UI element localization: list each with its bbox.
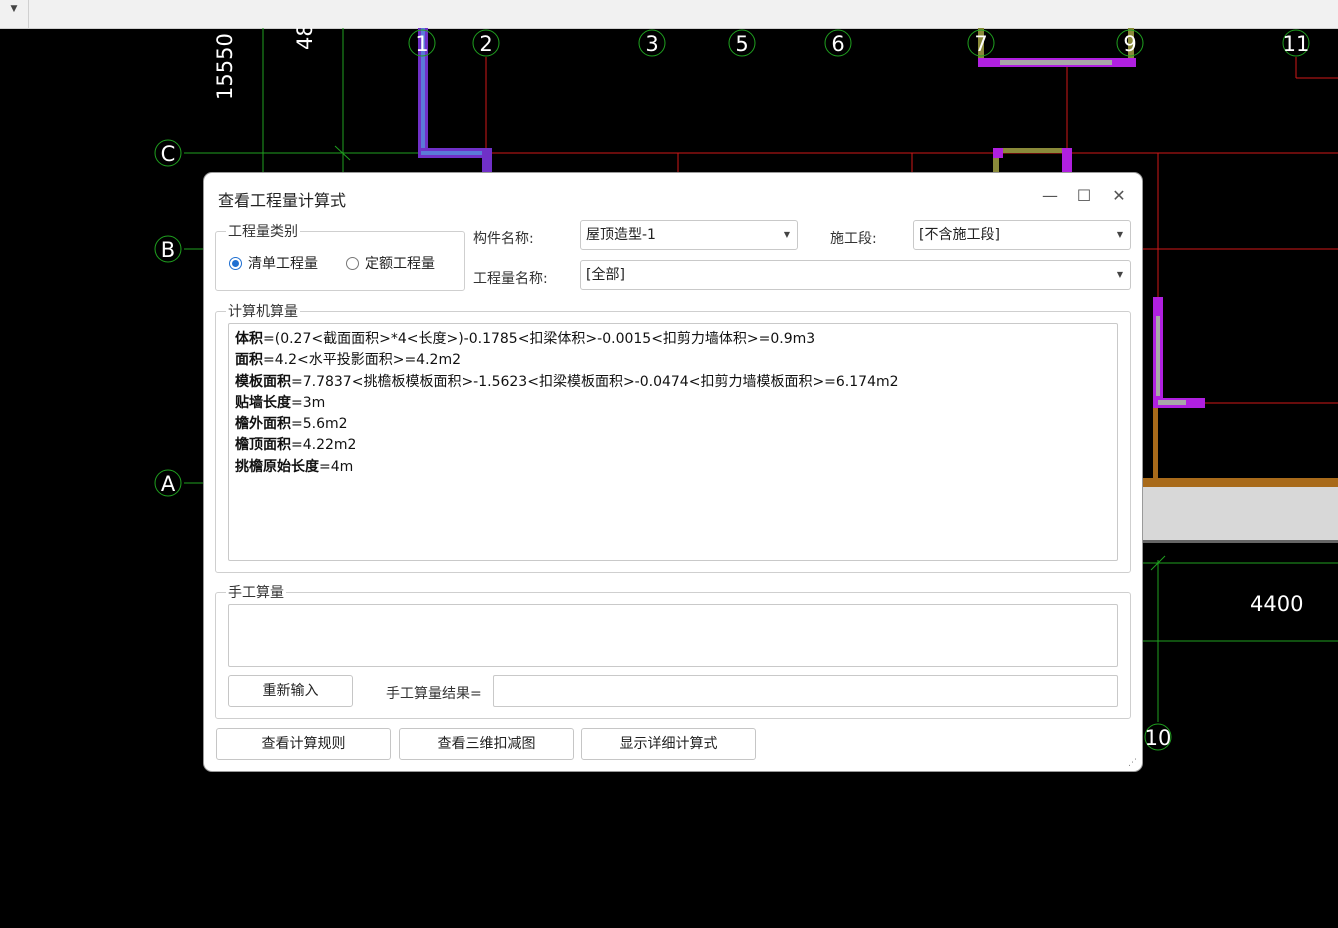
formula-line: 贴墙长度=3m xyxy=(235,394,326,411)
formula-line: 体积=(0.27<截面面积>*4<长度>)-0.1785<扣梁体积>-0.001… xyxy=(235,331,816,347)
chevron-down-icon: ▼ xyxy=(783,230,790,239)
formula-line: 檐顶面积=4.22m2 xyxy=(235,437,357,454)
wall-segment xyxy=(482,148,492,173)
wall-segment xyxy=(421,151,491,155)
wall-segment xyxy=(996,148,1062,153)
toolbar-dropdown-icon[interactable]: ▼ xyxy=(0,0,29,28)
chevron-down-icon: ▼ xyxy=(1116,270,1123,279)
svg-text:1: 1 xyxy=(415,32,428,56)
svg-text:3: 3 xyxy=(645,32,658,56)
axis-bubble-a: A xyxy=(154,469,182,497)
axis-bubble-c: C xyxy=(154,139,182,167)
dialog-title: 查看工程量计算式 xyxy=(218,191,347,210)
axis-bubble-b: B xyxy=(154,235,182,263)
wall-segment xyxy=(1142,540,1338,543)
axis-bubble-6: 6 xyxy=(824,29,852,57)
chevron-down-icon: ▼ xyxy=(1116,230,1123,239)
quantity-name-select[interactable]: [全部] ▼ xyxy=(580,260,1131,290)
svg-text:2: 2 xyxy=(479,32,492,56)
component-name-select[interactable]: 屋顶造型-1 ▼ xyxy=(580,220,798,250)
component-name-label: 构件名称: xyxy=(473,231,534,247)
quantity-name-label: 工程量名称: xyxy=(473,271,548,287)
axis-bubble-7: 7 xyxy=(967,29,995,57)
axis-bubble-1: 1 xyxy=(408,29,436,57)
svg-text:10: 10 xyxy=(1145,726,1172,750)
axis-bubble-5: 5 xyxy=(728,29,756,57)
radio-list-quantity-label: 清单工程量 xyxy=(248,256,318,272)
manual-result-label: 手工算量结果= xyxy=(386,686,482,702)
svg-text:11: 11 xyxy=(1283,32,1310,56)
minimize-icon[interactable]: — xyxy=(1037,185,1063,207)
axis-bubble-2: 2 xyxy=(472,29,500,57)
svg-text:A: A xyxy=(161,472,176,496)
svg-text:9: 9 xyxy=(1123,32,1136,56)
maximize-icon[interactable]: ☐ xyxy=(1071,185,1097,207)
computer-formula-area[interactable]: 体积=(0.27<截面面积>*4<长度>)-0.1785<扣梁体积>-0.001… xyxy=(228,323,1118,561)
manual-result-input[interactable] xyxy=(493,675,1118,707)
view-3d-deduction-button[interactable]: 查看三维扣减图 xyxy=(399,728,574,760)
formula-line: 模板面积=7.7837<挑檐板模板面积>-1.5623<扣梁模板面积>-0.04… xyxy=(235,373,899,390)
quantity-formula-dialog: 查看工程量计算式 — ☐ ✕ 工程量类别 清单工程量 定额工程量 构件名称: 屋… xyxy=(204,173,1142,771)
radio-selected-icon[interactable] xyxy=(229,256,242,270)
axis-bubble-10: 10 xyxy=(1144,723,1172,751)
radio-list-quantity[interactable]: 清单工程量 xyxy=(229,253,318,273)
radio-quota-quantity-label: 定额工程量 xyxy=(365,256,435,272)
component-name-value: 屋顶造型-1 xyxy=(586,227,656,243)
svg-text:B: B xyxy=(161,238,175,262)
view-calc-rules-button[interactable]: 查看计算规则 xyxy=(216,728,391,760)
computer-calc-legend: 计算机算量 xyxy=(228,304,298,320)
axis-bubble-9: 9 xyxy=(1116,29,1144,57)
svg-text:5: 5 xyxy=(735,32,748,56)
wall-segment xyxy=(993,148,1003,158)
resize-grip-icon[interactable]: ⋰ xyxy=(1128,758,1137,768)
stage-label: 施工段: xyxy=(830,231,877,247)
stage-select[interactable]: [不含施工段] ▼ xyxy=(913,220,1131,250)
reinput-button[interactable]: 重新输入 xyxy=(228,675,353,707)
wall-segment xyxy=(1062,148,1072,173)
wall-segment xyxy=(1156,316,1160,396)
svg-text:6: 6 xyxy=(831,32,844,56)
svg-text:7: 7 xyxy=(974,32,987,56)
radio-quota-quantity[interactable]: 定额工程量 xyxy=(346,253,435,273)
wall-segment xyxy=(1142,478,1338,487)
quantity-name-value: [全部] xyxy=(586,267,625,283)
stage-value: [不含施工段] xyxy=(919,227,1000,243)
show-detailed-formula-button[interactable]: 显示详细计算式 xyxy=(581,728,756,760)
wall-segment xyxy=(1000,60,1112,65)
svg-text:C: C xyxy=(161,142,176,166)
top-toolbar: ▼ xyxy=(0,0,1338,29)
wall-segment xyxy=(1158,400,1186,405)
formula-line: 面积=4.2<水平投影面积>=4.2m2 xyxy=(235,352,461,369)
axis-bubble-11: 11 xyxy=(1282,29,1310,57)
wall-segment xyxy=(1153,403,1158,483)
formula-line: 檐外面积=5.6m2 xyxy=(235,416,348,433)
dimension-48: 48 xyxy=(293,28,317,50)
dimension-15550: 15550 xyxy=(213,33,237,100)
manual-calc-legend: 手工算量 xyxy=(228,585,284,601)
wall-segment xyxy=(1142,487,1338,540)
quantity-type-legend: 工程量类别 xyxy=(228,224,298,240)
formula-line: 挑檐原始长度=4m xyxy=(235,458,354,475)
close-icon[interactable]: ✕ xyxy=(1106,185,1132,207)
manual-formula-input[interactable] xyxy=(228,604,1118,667)
axis-bubble-3: 3 xyxy=(638,29,666,57)
dimension-4400: 4400 xyxy=(1250,592,1303,616)
radio-unselected-icon[interactable] xyxy=(346,256,359,270)
